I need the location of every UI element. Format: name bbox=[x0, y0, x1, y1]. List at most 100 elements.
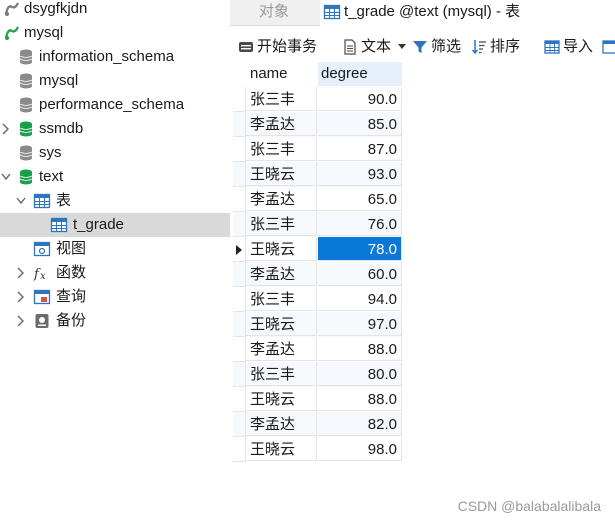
cell-degree[interactable]: 87.0 bbox=[318, 137, 402, 161]
table-row[interactable]: 李孟达 88.0 bbox=[233, 337, 402, 362]
connection-icon bbox=[4, 26, 19, 40]
chevron-right-icon[interactable] bbox=[15, 289, 27, 305]
cell-name[interactable]: 李孟达 bbox=[246, 412, 317, 436]
import-button[interactable]: 导入 bbox=[544, 34, 596, 60]
cell-degree[interactable]: 82.0 bbox=[318, 412, 402, 436]
row-selector[interactable] bbox=[233, 287, 246, 312]
tree-db-label: information_schema bbox=[39, 48, 175, 65]
chevron-right-icon[interactable] bbox=[15, 265, 27, 281]
tree-table-label: t_grade bbox=[73, 216, 124, 233]
tree-connection-label: mysql bbox=[24, 24, 64, 41]
tree-folder-queries[interactable]: 查询 bbox=[0, 285, 230, 309]
tree-db-label: performance_schema bbox=[39, 96, 185, 113]
cell-name[interactable]: 王晓云 bbox=[246, 312, 317, 336]
cell-degree[interactable]: 97.0 bbox=[318, 312, 402, 336]
tab-objects[interactable]: 对象 bbox=[230, 0, 318, 25]
row-selector[interactable] bbox=[233, 262, 246, 287]
table-row[interactable]: 王晓云 78.0 bbox=[233, 237, 402, 262]
cell-degree[interactable]: 90.0 bbox=[318, 87, 402, 111]
begin-transaction-button[interactable]: 开始事务 bbox=[238, 34, 322, 60]
tree-db-ssmdb[interactable]: ssmdb bbox=[0, 117, 230, 141]
cell-degree[interactable]: 78.0 bbox=[318, 237, 402, 261]
row-selector[interactable] bbox=[233, 187, 246, 212]
table-row[interactable]: 王晓云 88.0 bbox=[233, 387, 402, 412]
filter-button[interactable]: 筛选 bbox=[412, 34, 464, 60]
tree-connection-dsygfkjdn[interactable]: dsygfkjdn bbox=[0, 0, 230, 21]
cell-degree[interactable]: 60.0 bbox=[318, 262, 402, 286]
cell-name[interactable]: 张三丰 bbox=[246, 137, 317, 161]
cell-name[interactable]: 张三丰 bbox=[246, 87, 317, 111]
table-icon bbox=[50, 217, 68, 233]
cell-name[interactable]: 王晓云 bbox=[246, 162, 317, 186]
sort-button[interactable]: 排序 bbox=[471, 34, 523, 60]
tree-db-information-schema[interactable]: information_schema bbox=[0, 45, 230, 69]
sort-label: 排序 bbox=[490, 38, 521, 55]
column-header-name[interactable]: name bbox=[246, 62, 317, 86]
cell-name[interactable]: 王晓云 bbox=[246, 437, 317, 461]
row-selector[interactable] bbox=[233, 112, 246, 137]
tree-folder-backups[interactable]: 备份 bbox=[0, 309, 230, 333]
tab-table-t-grade[interactable]: t_grade @text (mysql) - 表 bbox=[320, 0, 615, 26]
tree-db-mysql[interactable]: mysql bbox=[0, 69, 230, 93]
cell-name[interactable]: 张三丰 bbox=[246, 287, 317, 311]
tree-folder-tables[interactable]: 表 bbox=[0, 189, 230, 213]
cell-name[interactable]: 王晓云 bbox=[246, 237, 317, 261]
table-row[interactable]: 王晓云 97.0 bbox=[233, 312, 402, 337]
tree-db-performance-schema[interactable]: performance_schema bbox=[0, 93, 230, 117]
export-button[interactable] bbox=[602, 34, 615, 60]
table-row[interactable]: 李孟达 85.0 bbox=[233, 112, 402, 137]
table-row[interactable]: 王晓云 93.0 bbox=[233, 162, 402, 187]
tree-folder-views[interactable]: 视图 bbox=[0, 237, 230, 261]
row-selector[interactable] bbox=[233, 87, 246, 112]
row-selector[interactable] bbox=[233, 212, 246, 237]
cell-degree[interactable]: 80.0 bbox=[318, 362, 402, 386]
table-row[interactable]: 张三丰 76.0 bbox=[233, 212, 402, 237]
column-header-degree[interactable]: degree bbox=[318, 62, 402, 86]
tree-db-sys[interactable]: sys bbox=[0, 141, 230, 165]
cell-degree[interactable]: 65.0 bbox=[318, 187, 402, 211]
tree-folder-functions[interactable]: f x 函数 bbox=[0, 261, 230, 285]
cell-degree[interactable]: 76.0 bbox=[318, 212, 402, 236]
cell-degree[interactable]: 94.0 bbox=[318, 287, 402, 311]
tree-connection-mysql[interactable]: mysql bbox=[0, 21, 230, 45]
cell-degree[interactable]: 88.0 bbox=[318, 337, 402, 361]
cell-name[interactable]: 李孟达 bbox=[246, 262, 317, 286]
row-selector[interactable] bbox=[233, 162, 246, 187]
chevron-down-icon[interactable] bbox=[15, 193, 27, 209]
text-view-button[interactable]: 文本 bbox=[342, 34, 406, 60]
cell-degree[interactable]: 88.0 bbox=[318, 387, 402, 411]
table-row[interactable]: 张三丰 80.0 bbox=[233, 362, 402, 387]
database-icon bbox=[19, 169, 33, 185]
row-selector[interactable] bbox=[233, 337, 246, 362]
table-row[interactable]: 李孟达 60.0 bbox=[233, 262, 402, 287]
row-selector[interactable] bbox=[233, 412, 246, 437]
cell-name[interactable]: 李孟达 bbox=[246, 337, 317, 361]
tree-table-t-grade[interactable]: t_grade bbox=[0, 213, 230, 237]
row-selector[interactable] bbox=[233, 312, 246, 337]
table-row[interactable]: 李孟达 65.0 bbox=[233, 187, 402, 212]
cell-degree[interactable]: 98.0 bbox=[318, 437, 402, 461]
cell-name[interactable]: 张三丰 bbox=[246, 212, 317, 236]
row-selector[interactable] bbox=[233, 137, 246, 162]
tree-db-text[interactable]: text bbox=[0, 165, 230, 189]
cell-name[interactable]: 王晓云 bbox=[246, 387, 317, 411]
row-selector[interactable] bbox=[233, 362, 246, 387]
cell-name[interactable]: 李孟达 bbox=[246, 187, 317, 211]
chevron-right-icon[interactable] bbox=[15, 313, 27, 329]
table-row[interactable]: 李孟达 82.0 bbox=[233, 412, 402, 437]
row-selector[interactable] bbox=[233, 387, 246, 412]
table-row[interactable]: 王晓云 98.0 bbox=[233, 437, 402, 462]
table-row[interactable]: 张三丰 90.0 bbox=[233, 87, 402, 112]
row-selector[interactable] bbox=[233, 437, 246, 462]
cell-name[interactable]: 李孟达 bbox=[246, 112, 317, 136]
chevron-down-icon[interactable] bbox=[0, 169, 12, 185]
document-icon bbox=[344, 39, 356, 55]
chevron-right-icon[interactable] bbox=[0, 121, 12, 137]
table-editor: 对象 t_grade @text (mysql) - 表 开始事务 文本 筛选 … bbox=[230, 0, 615, 525]
cell-degree[interactable]: 93.0 bbox=[318, 162, 402, 186]
table-row[interactable]: 张三丰 87.0 bbox=[233, 137, 402, 162]
row-selector[interactable] bbox=[233, 237, 246, 262]
table-row[interactable]: 张三丰 94.0 bbox=[233, 287, 402, 312]
cell-degree[interactable]: 85.0 bbox=[318, 112, 402, 136]
cell-name[interactable]: 张三丰 bbox=[246, 362, 317, 386]
